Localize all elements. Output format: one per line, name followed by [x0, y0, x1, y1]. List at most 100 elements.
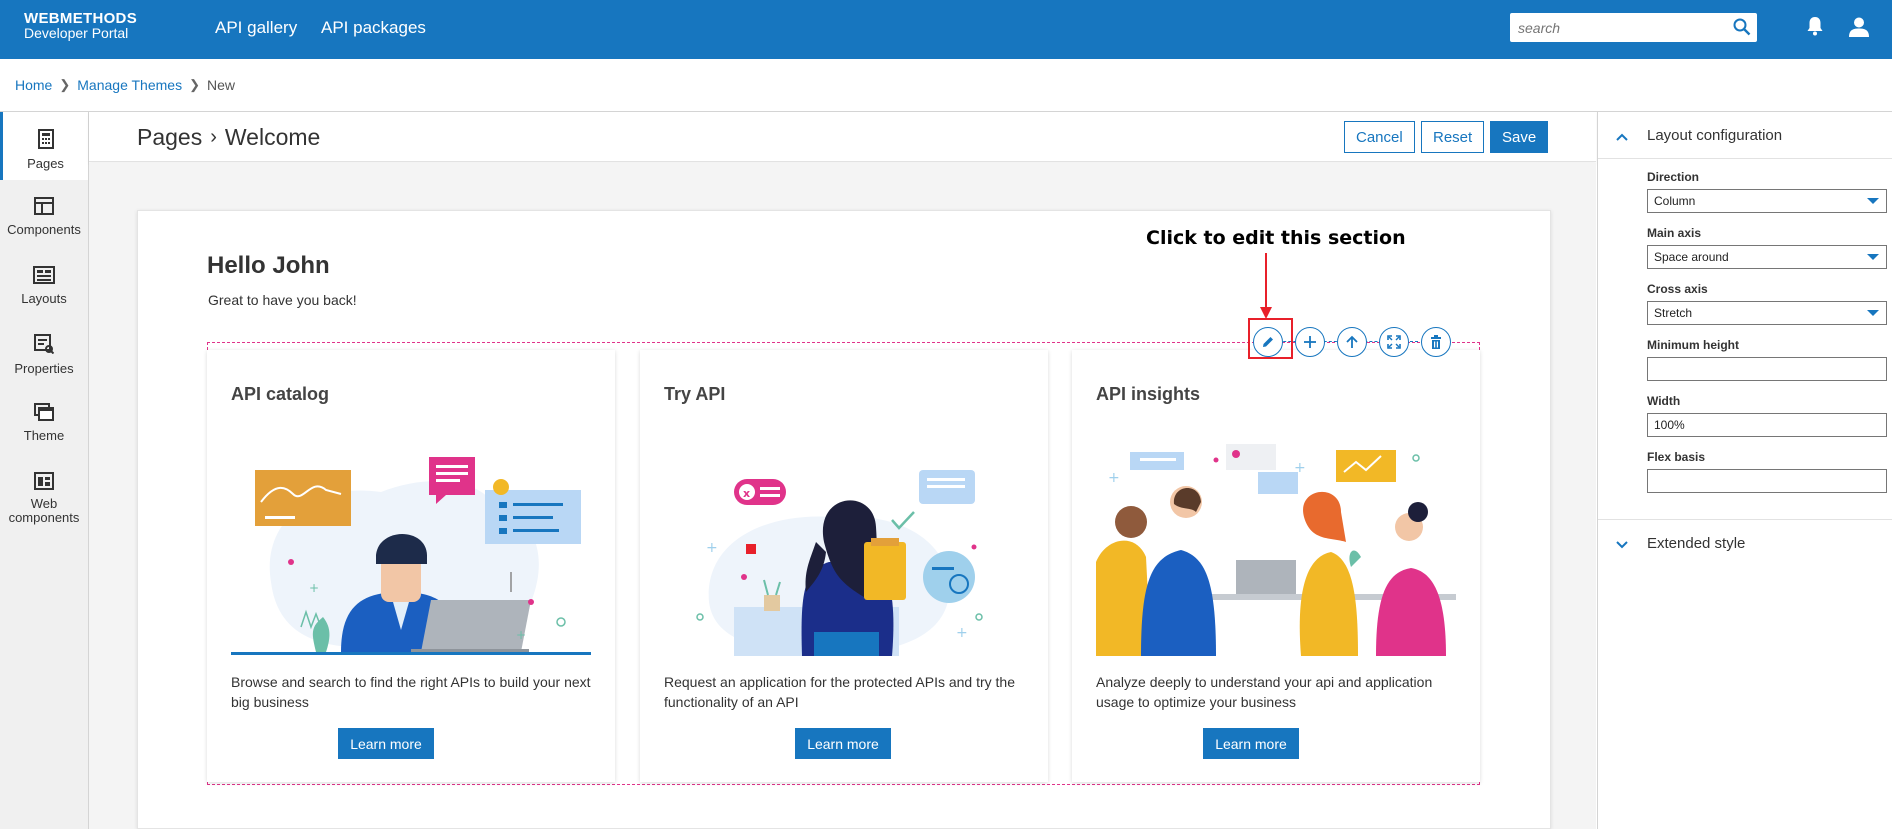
tile-description: Browse and search to find the right APIs… — [231, 674, 591, 710]
tile-try-api: Try API x + + Request an application for… — [640, 350, 1048, 782]
cross-axis-label: Cross axis — [1647, 282, 1708, 296]
flex-basis-label: Flex basis — [1647, 450, 1706, 464]
brand-name: WEBMETHODS — [24, 10, 137, 27]
trash-icon — [1431, 335, 1441, 349]
components-icon — [0, 197, 88, 218]
api-catalog-illustration: + + — [231, 457, 591, 655]
svg-text:+: + — [1294, 460, 1306, 476]
svg-text:x: x — [743, 487, 750, 500]
chevron-down-icon — [1867, 198, 1879, 204]
breadcrumb: Home ❯ Manage Themes ❯ New — [15, 77, 235, 93]
expand-icon — [1387, 335, 1401, 349]
search-icon[interactable] — [1733, 18, 1751, 41]
theme-icon — [0, 403, 88, 424]
svg-text:+: + — [309, 581, 319, 595]
learn-more-button[interactable]: Learn more — [338, 728, 434, 759]
minimum-height-label: Minimum height — [1647, 338, 1739, 352]
arrow-up-icon — [1346, 335, 1358, 348]
tile-title: API insights — [1096, 384, 1201, 404]
svg-text:+: + — [706, 540, 718, 556]
search-box — [1510, 13, 1757, 42]
sidebar-item-label: Pages — [27, 156, 64, 171]
chevron-up-icon — [1616, 128, 1628, 146]
breadcrumb-current: New — [206, 77, 235, 93]
expand-button[interactable] — [1379, 327, 1409, 357]
page-title-current: Welcome — [224, 124, 321, 150]
try-api-illustration: x + + — [696, 470, 983, 656]
main-axis-value: Space around — [1654, 250, 1729, 264]
sidebar-item-properties[interactable]: Properties — [0, 334, 88, 376]
save-button[interactable]: Save — [1490, 121, 1549, 153]
main-axis-select[interactable]: Space around — [1647, 245, 1887, 269]
plus-icon — [1304, 336, 1316, 348]
breadcrumb-home[interactable]: Home — [15, 77, 52, 93]
width-field[interactable]: 100% — [1647, 413, 1887, 437]
bell-icon[interactable] — [1806, 15, 1824, 42]
move-up-button[interactable] — [1337, 327, 1367, 357]
sidebar-item-label: Theme — [23, 428, 65, 443]
brand-logo[interactable]: WEBMETHODS Developer Portal — [24, 11, 137, 41]
chevron-down-icon — [1867, 254, 1879, 260]
cross-axis-select[interactable]: Stretch — [1647, 301, 1887, 325]
learn-more-button[interactable]: Learn more — [1203, 728, 1299, 759]
breadcrumb-manage-themes[interactable]: Manage Themes — [77, 77, 182, 93]
brand-subtitle: Developer Portal — [24, 25, 129, 41]
nav-api-gallery[interactable]: API gallery — [215, 18, 297, 38]
sidebar-item-web-components[interactable]: Web components — [0, 472, 88, 525]
cross-axis-value: Stretch — [1654, 306, 1693, 320]
main-axis-label: Main axis — [1647, 226, 1702, 240]
delete-section-button[interactable] — [1421, 327, 1451, 357]
tile-api-catalog: API catalog + + Browse and search to fin… — [207, 350, 615, 782]
chevron-down-icon — [1616, 536, 1628, 554]
page-title-parent: Pages — [137, 124, 203, 150]
user-icon[interactable] — [1848, 16, 1870, 43]
annotation-highlight-box — [1248, 318, 1293, 359]
svg-text:+: + — [1108, 470, 1120, 486]
top-navigation-bar: WEBMETHODS Developer Portal API gallery … — [0, 0, 1892, 59]
chevron-down-icon — [1867, 310, 1879, 316]
tile-title: Try API — [664, 384, 726, 404]
add-section-button[interactable] — [1295, 327, 1325, 357]
page-header: Pages › Welcome Cancel Reset Save — [89, 112, 1596, 162]
direction-select[interactable]: Column — [1647, 189, 1887, 213]
minimum-height-field[interactable] — [1647, 357, 1887, 381]
pages-icon — [3, 129, 88, 152]
learn-more-button[interactable]: Learn more — [795, 728, 891, 759]
search-input[interactable] — [1510, 13, 1720, 42]
sidebar-item-pages[interactable]: Pages — [0, 112, 88, 180]
web-components-icon — [0, 472, 88, 493]
sidebar-item-layouts[interactable]: Layouts — [0, 266, 88, 306]
left-sidebar: Pages Components Layouts Properties Them… — [0, 112, 89, 829]
layout-configuration-heading: Layout configuration — [1647, 127, 1783, 144]
svg-text:+: + — [956, 625, 968, 641]
reset-button[interactable]: Reset — [1421, 121, 1485, 153]
annotation-label: Click to edit this section — [1146, 227, 1406, 249]
sidebar-item-label: Web components — [8, 496, 80, 525]
page-title: Pages › Welcome — [137, 124, 320, 151]
svg-text:+: + — [516, 628, 526, 642]
direction-value: Column — [1654, 194, 1696, 208]
sidebar-item-components[interactable]: Components — [0, 197, 88, 237]
layout-configuration-toggle[interactable]: Layout configuration — [1598, 112, 1892, 159]
greeting-subtitle: Great to have you back! — [208, 292, 357, 308]
extended-style-heading: Extended style — [1647, 535, 1746, 552]
sidebar-item-label: Properties — [14, 361, 74, 376]
chevron-right-icon: › — [210, 126, 217, 148]
greeting-heading: Hello John — [207, 252, 330, 279]
extended-style-toggle[interactable]: Extended style — [1598, 520, 1892, 567]
flex-basis-field[interactable] — [1647, 469, 1887, 493]
properties-icon — [0, 334, 88, 357]
chevron-right-icon: ❯ — [189, 77, 200, 92]
cancel-button[interactable]: Cancel — [1344, 121, 1415, 153]
tile-description: Request an application for the protected… — [664, 674, 1015, 710]
layouts-icon — [0, 266, 88, 287]
direction-label: Direction — [1647, 170, 1700, 184]
sidebar-item-theme[interactable]: Theme — [0, 403, 88, 443]
tile-api-insights: API insights + + Analyze deeply to under… — [1072, 350, 1480, 782]
width-label: Width — [1647, 394, 1681, 408]
nav-api-packages[interactable]: API packages — [321, 18, 426, 38]
right-config-panel: Layout configuration Direction Column Ma… — [1597, 112, 1892, 829]
chevron-right-icon: ❯ — [59, 77, 71, 92]
annotation-arrow — [1260, 253, 1272, 319]
api-insights-illustration: + + — [1096, 444, 1456, 656]
